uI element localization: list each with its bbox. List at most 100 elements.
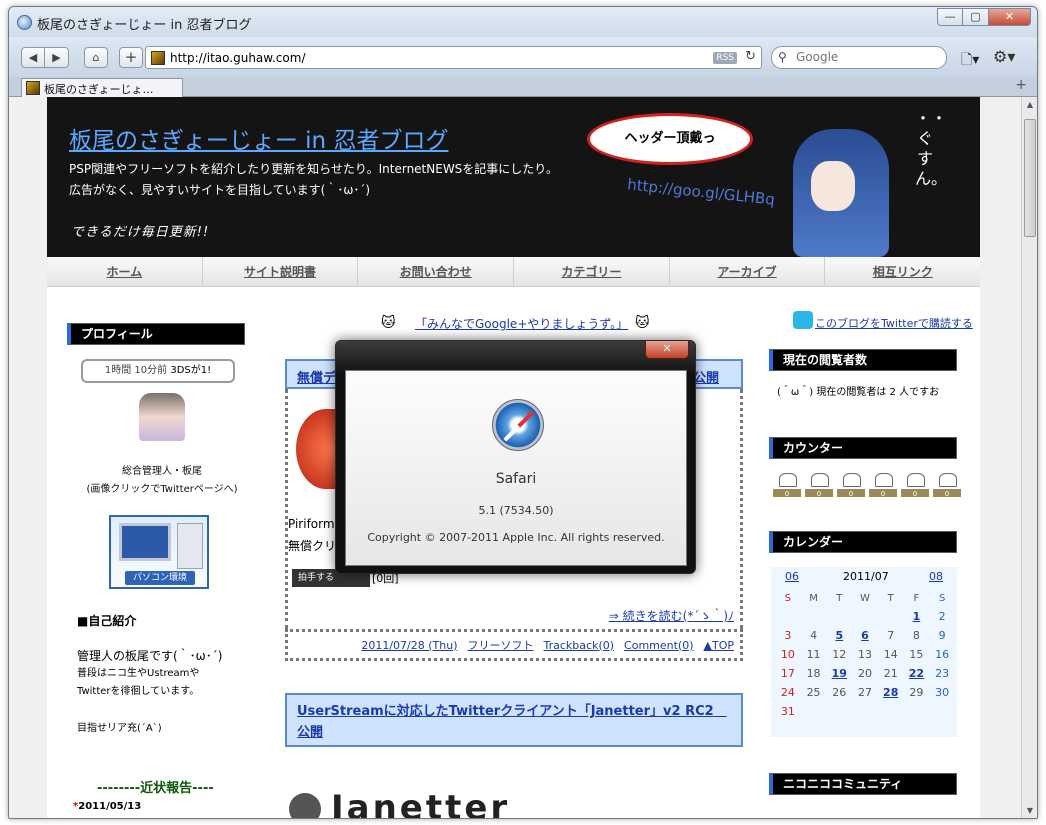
header-speech-bubble: ヘッダー頂戴っ xyxy=(587,113,753,165)
self-intro-line1: 管理人の板尾です(｀･ω･´) xyxy=(77,649,223,663)
browser-toolbar: ◀ ▶ ⌂ + http://itao.guhaw.com/ RSS ↻ ⚲ 🗋… xyxy=(9,37,1037,77)
counter-digit: 0 xyxy=(837,473,865,498)
post1-meta: 2011/07/28 (Thu) フリーソフト Trackback(0) Com… xyxy=(285,629,743,661)
reload-icon[interactable]: ↻ xyxy=(745,49,756,64)
calendar-day[interactable]: 5 xyxy=(826,629,852,642)
calendar-day[interactable]: 22 xyxy=(904,667,930,680)
counter-digit: 0 xyxy=(773,473,801,498)
post1-title-start[interactable]: 無償デ xyxy=(297,367,336,386)
scroll-thumb[interactable] xyxy=(1024,119,1036,237)
calendar-day: 17 xyxy=(780,667,795,680)
nav-site-guide[interactable]: サイト説明書 xyxy=(203,257,359,286)
dialog-version: 5.1 (7534.50) xyxy=(478,504,554,517)
post2-title[interactable]: UserStreamに対応したTwitterクライアント「Janetter」v2… xyxy=(285,693,743,747)
calendar-day: 16 xyxy=(935,648,950,661)
calendar-grid: S M T W T F S 1 2 3 4 5 6 7 8 9 10 11 12 13 14 15 16 17 18 19 20 21… xyxy=(775,593,955,718)
calendar-prev-link[interactable]: 06 xyxy=(785,570,799,583)
calendar-day[interactable]: 6 xyxy=(852,629,878,642)
page-menu-icon[interactable]: 🗋▾ xyxy=(961,49,979,73)
add-bookmark-button[interactable]: + xyxy=(119,47,143,68)
calendar-day: 27 xyxy=(857,686,872,699)
calendar-day[interactable]: 19 xyxy=(826,667,852,680)
post-category-link[interactable]: フリーソフト xyxy=(468,637,534,653)
janetter-logo-text: Janetter xyxy=(331,788,511,819)
read-more-link[interactable]: ⇒ 続きを読む(*´ゝ｀)ﾉ xyxy=(609,607,734,624)
to-top-link[interactable]: ▲TOP xyxy=(704,639,734,652)
twitter-subscribe-link[interactable]: このブログをTwitterで購読する xyxy=(815,315,973,331)
blog-header: 板尾のさぎょーじょー in 忍者ブログ PSP関連やフリーソフトを紹介したり更新… xyxy=(47,97,980,257)
maximize-button[interactable]: ▢ xyxy=(963,8,989,26)
calendar-day: 21 xyxy=(883,667,898,680)
admin-info: 総合管理人・板尾 (画像クリックでTwitterページへ) xyxy=(47,463,277,499)
calendar-day[interactable]: 1 xyxy=(904,610,930,623)
home-button[interactable]: ⌂ xyxy=(84,47,108,68)
nav-contact[interactable]: お問い合わせ xyxy=(358,257,515,286)
forward-button[interactable]: ▶ xyxy=(45,47,69,68)
scroll-down-icon[interactable]: ▼ xyxy=(1022,803,1037,818)
dialog-copyright: Copyright © 2007-2011 Apple Inc. All rig… xyxy=(367,531,665,544)
calendar-day: 20 xyxy=(857,667,872,680)
post-date-link[interactable]: 2011/07/28 (Thu) xyxy=(361,639,457,652)
calendar-empty-cell xyxy=(852,610,878,623)
blog-description-line1: PSP関連やフリーソフトを紹介したり更新を知らせたり。InternetNEWSを… xyxy=(69,162,559,176)
blog-title-link[interactable]: 板尾のさぎょーじょー in 忍者ブログ xyxy=(69,121,448,155)
admin-name: 総合管理人・板尾 xyxy=(122,466,202,477)
calendar-day[interactable]: 28 xyxy=(878,686,904,699)
calendar-day: 10 xyxy=(780,648,795,661)
calendar-empty-cell xyxy=(801,610,827,623)
close-window-button[interactable]: ✕ xyxy=(989,8,1031,26)
calendar-day: 11 xyxy=(806,648,821,661)
window-title: 板尾のさぎょーじょー in 忍者ブログ xyxy=(37,18,252,33)
profile-heading: プロフィール xyxy=(67,323,245,345)
nav-archive[interactable]: アーカイブ xyxy=(670,257,826,286)
vertical-scrollbar[interactable]: ▲ ▼ xyxy=(1021,97,1037,818)
tab-itao[interactable]: 板尾のさぎょーじょ… xyxy=(21,78,183,97)
calendar-day: 15 xyxy=(909,648,924,661)
counter-digit: 0 xyxy=(933,473,961,498)
post2-title-link[interactable]: UserStreamに対応したTwitterクライアント「Janetter」v2… xyxy=(297,701,727,743)
counter-digit: 0 xyxy=(869,473,897,498)
new-tab-button[interactable]: + xyxy=(1015,77,1027,93)
self-intro-heading: ■自己紹介 xyxy=(77,614,137,628)
rss-button[interactable]: RSS xyxy=(713,52,737,64)
gear-icon[interactable]: ⚙▾ xyxy=(993,47,1015,66)
calendar-day: 13 xyxy=(857,648,872,661)
calendar-day: 30 xyxy=(935,686,950,699)
calendar-next-link[interactable]: 08 xyxy=(929,570,943,583)
google-plus-promo-link[interactable]: 「みんなでGoogle+やりましょうず。」 xyxy=(415,315,628,332)
janetter-logo-mark xyxy=(289,793,321,818)
nav-category[interactable]: カテゴリー xyxy=(514,257,670,286)
tweet-bubble: 1時間 10分前 3DSが1! xyxy=(81,359,235,383)
tweet-text: 3DSが1! xyxy=(170,365,212,376)
minimize-button[interactable]: — xyxy=(937,8,963,26)
comment-link[interactable]: Comment(0) xyxy=(624,639,693,652)
calendar-empty-cell xyxy=(775,610,801,623)
search-icon[interactable]: ⚲ xyxy=(778,50,787,64)
nav-links[interactable]: 相互リンク xyxy=(825,257,980,286)
counter-digit: 0 xyxy=(901,473,929,498)
counter-digit: 0 xyxy=(805,473,833,498)
search-input[interactable] xyxy=(796,50,936,64)
back-button[interactable]: ◀ xyxy=(21,47,45,68)
cat-face-icon: 🐱 xyxy=(381,315,396,331)
calendar-day: 25 xyxy=(806,686,821,699)
self-intro-line3: Twitterを徘徊しています。 xyxy=(77,686,200,697)
avatar[interactable] xyxy=(139,393,185,441)
scroll-up-icon[interactable]: ▲ xyxy=(1022,97,1037,113)
address-bar[interactable]: http://itao.guhaw.com/ RSS ↻ xyxy=(145,46,762,69)
header-short-url: http://goo.gl/GLHBq xyxy=(626,175,776,209)
calendar: 06 2011/07 08 S M T W T F S 1 2 3 4 5 6 7 8 9 10 11 12 13 14… xyxy=(771,567,957,737)
nav-home[interactable]: ホーム xyxy=(47,257,203,286)
calendar-day: 3 xyxy=(784,629,792,642)
blog-description-line2: 広告がなく、見やすいサイトを目指しています(｀･ω･´) xyxy=(69,183,371,197)
dialog-close-button[interactable]: ✕ xyxy=(645,341,689,359)
calendar-empty-cell xyxy=(826,610,852,623)
site-favicon xyxy=(151,51,165,65)
pc-environment-banner[interactable]: パソコン環境 xyxy=(109,515,209,589)
twitter-icon[interactable] xyxy=(793,311,813,329)
trackback-link[interactable]: Trackback(0) xyxy=(544,639,615,652)
history-buttons: ◀ ▶ xyxy=(21,47,69,68)
search-field[interactable]: ⚲ xyxy=(771,46,947,69)
url-text[interactable]: http://itao.guhaw.com/ xyxy=(170,51,305,65)
post1-title-end[interactable]: 公開 xyxy=(693,367,719,386)
